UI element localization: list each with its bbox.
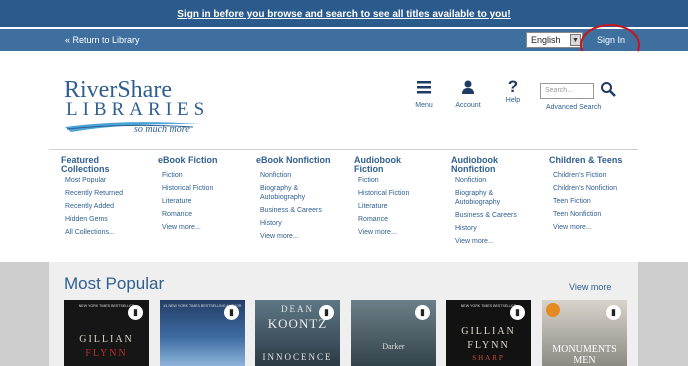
category-item[interactable]: Romance	[162, 208, 218, 221]
search-input[interactable]: Search...	[540, 83, 594, 99]
user-icon	[462, 80, 474, 94]
category-item[interactable]: Literature	[358, 200, 414, 213]
site-header: RiverShare LIBRARIES so much more Menu A…	[49, 51, 638, 149]
most-popular-section: Most Popular View more NEW YORK TIMES BE…	[49, 262, 638, 366]
menu-label: Menu	[415, 102, 433, 109]
category-item[interactable]: All Collections...	[65, 226, 123, 239]
section-title: Most Popular	[64, 274, 165, 293]
award-badge-icon	[546, 303, 560, 317]
language-select[interactable]: English ▼	[526, 32, 583, 48]
category-item[interactable]: Children's Fiction	[553, 169, 622, 182]
question-icon: ?	[507, 77, 519, 96]
book-cover[interactable]: NEW YORK TIMES BESTSELLER GILLIAN FLYNN …	[64, 300, 149, 366]
book-icon: ▮	[224, 305, 239, 320]
search-placeholder: Search...	[545, 87, 574, 94]
logo-tagline: so much more	[134, 124, 190, 135]
account-label: Account	[455, 102, 481, 109]
book-icon: ▮	[319, 305, 334, 320]
category-column: eBook Fiction Fiction Historical Fiction…	[158, 156, 218, 234]
category-item[interactable]: Fiction	[162, 169, 218, 182]
book-cover-line2: MEN	[573, 355, 596, 366]
category-item[interactable]: Historical Fiction	[358, 187, 414, 200]
help-button[interactable]: ? Help	[501, 77, 525, 104]
book-cover-line1: MONUMENTS	[552, 344, 617, 355]
book-cover-line2: Darker	[382, 342, 405, 351]
advanced-search-link[interactable]: Advanced Search	[546, 104, 601, 111]
category-item[interactable]: View more...	[455, 235, 527, 248]
category-column: Children & Teens Children's Fiction Chil…	[549, 156, 622, 234]
category-item[interactable]: Biography & Autobiography	[260, 184, 332, 202]
book-cover[interactable]: #1 NEW YORK TIMES BESTSELLING AUTHOR ▮	[160, 300, 245, 366]
book-cover-line2: FLYNN	[467, 340, 510, 351]
category-item[interactable]: Nonfiction	[260, 169, 332, 182]
account-button[interactable]: Account	[451, 79, 485, 109]
view-more-link[interactable]: View more	[569, 282, 611, 292]
category-column: Audiobook Nonfiction Nonfiction Biograph…	[451, 156, 527, 248]
category-column: Featured Collections Most Popular Recent…	[61, 156, 123, 239]
book-cover[interactable]: MONUMENTS MEN ▮	[542, 300, 627, 366]
category-item[interactable]: Historical Fiction	[162, 182, 218, 195]
category-item[interactable]: Hidden Gems	[65, 213, 123, 226]
book-icon: ▮	[128, 305, 143, 320]
category-item[interactable]: Biography & Autobiography	[455, 189, 527, 207]
category-menu: Featured Collections Most Popular Recent…	[49, 149, 638, 263]
language-value: English	[531, 35, 561, 45]
book-icon: ▮	[415, 305, 430, 320]
category-item[interactable]: Romance	[358, 213, 414, 226]
book-cover-line2: FLYNN	[85, 348, 128, 359]
category-item[interactable]: Business & Careers	[260, 204, 332, 217]
signin-banner[interactable]: Sign in before you browse and search to …	[0, 0, 688, 28]
book-cover-line3: SHARP	[472, 354, 505, 362]
hamburger-icon	[417, 81, 431, 94]
help-label: Help	[505, 97, 521, 104]
logo-line2: LIBRARIES	[66, 99, 210, 120]
category-item[interactable]: History	[455, 222, 527, 235]
book-cover[interactable]: Darker ▮	[351, 300, 436, 366]
page-gutter-right	[638, 262, 688, 366]
category-item[interactable]: Recently Added	[65, 200, 123, 213]
category-item[interactable]: Teen Fiction	[553, 195, 622, 208]
category-heading[interactable]: Children & Teens	[549, 156, 622, 165]
category-heading[interactable]: eBook Nonfiction	[256, 156, 332, 165]
category-item[interactable]: View more...	[260, 230, 332, 243]
search-icon[interactable]	[600, 81, 616, 97]
category-item[interactable]: Fiction	[358, 174, 414, 187]
category-column: Audiobook Fiction Fiction Historical Fic…	[354, 156, 414, 239]
page-gutter-left	[0, 262, 49, 366]
book-icon: ▮	[606, 305, 621, 320]
category-item[interactable]: Literature	[162, 195, 218, 208]
category-heading[interactable]: eBook Fiction	[158, 156, 218, 165]
category-item[interactable]: Most Popular	[65, 174, 123, 187]
category-item[interactable]: View more...	[162, 221, 218, 234]
category-heading[interactable]: Audiobook Nonfiction	[451, 156, 521, 174]
book-cover[interactable]: DEAN KOONTZ INNOCENCE ▮	[255, 300, 340, 366]
menu-button[interactable]: Menu	[412, 79, 436, 109]
return-to-library-link[interactable]: « Return to Library	[65, 35, 140, 45]
book-cover[interactable]: NEW YORK TIMES BESTSELLER GILLIAN FLYNN …	[446, 300, 531, 366]
category-item[interactable]: View more...	[358, 226, 414, 239]
category-column: eBook Nonfiction Nonfiction Biography & …	[256, 156, 332, 243]
page: Sign in before you browse and search to …	[0, 0, 688, 366]
book-cover-line1: GILLIAN	[79, 334, 134, 345]
book-icon: ▮	[510, 305, 525, 320]
signin-banner-text[interactable]: Sign in before you browse and search to …	[0, 9, 688, 20]
category-item[interactable]: View more...	[553, 221, 622, 234]
category-heading[interactable]: Audiobook Fiction	[354, 156, 414, 174]
category-item[interactable]: Business & Careers	[455, 209, 527, 222]
category-item[interactable]: Recently Returned	[65, 187, 123, 200]
category-item[interactable]: History	[260, 217, 332, 230]
category-item[interactable]: Teen Nonfiction	[553, 208, 622, 221]
book-cover-line3: INNOCENCE	[262, 352, 333, 362]
book-cover-line1: GILLIAN	[461, 326, 516, 337]
category-item[interactable]: Nonfiction	[455, 174, 527, 187]
category-heading[interactable]: Featured Collections	[61, 156, 121, 174]
category-item[interactable]: Children's Nonfiction	[553, 182, 622, 195]
